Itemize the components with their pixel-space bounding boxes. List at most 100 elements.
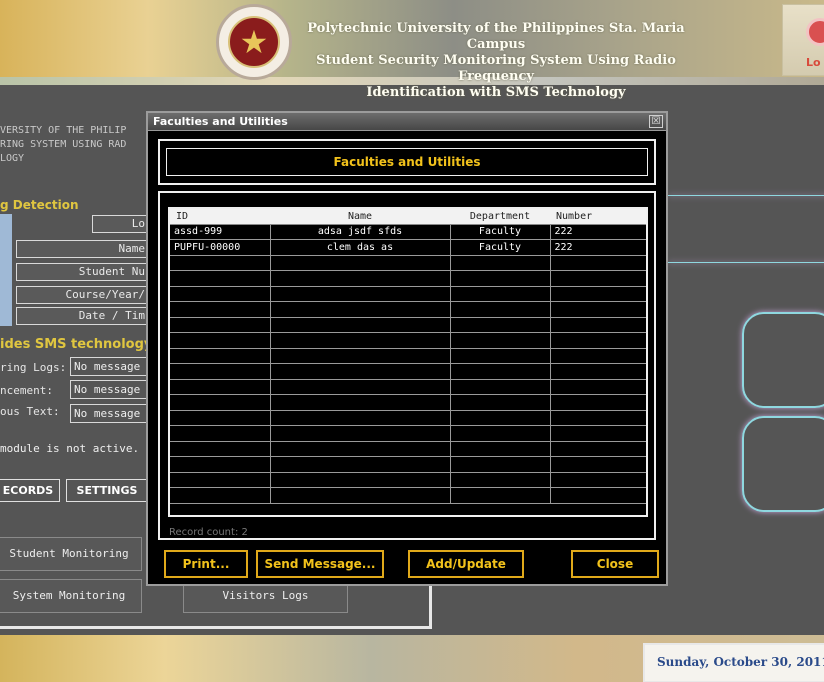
empty-row[interactable] xyxy=(170,456,646,473)
table-cell xyxy=(450,379,551,395)
send-message-button[interactable]: Send Message... xyxy=(256,550,384,578)
table-row[interactable]: PUPFU-00000 clem das as Faculty 222 xyxy=(170,239,646,256)
table-cell xyxy=(550,487,646,504)
system-monitoring-button[interactable]: System Monitoring xyxy=(0,579,142,613)
table-cell xyxy=(450,348,551,364)
student-number-field: Student Nu xyxy=(16,263,150,281)
records-tab[interactable]: ECORDS xyxy=(0,479,60,502)
empty-row[interactable] xyxy=(170,286,646,302)
table-cell xyxy=(270,410,451,426)
banner-title: Polytechnic University of the Philippine… xyxy=(296,21,696,101)
neon-decoration xyxy=(668,195,824,196)
banner-title-line2: Student Security Monitoring System Using… xyxy=(316,53,676,84)
table-body: assd-999 adsa jsdf sfds Faculty 222 PUPFU-00… xyxy=(170,224,646,504)
empty-row[interactable] xyxy=(170,472,646,488)
column-header-number[interactable]: Number xyxy=(550,209,646,225)
dialog-heading: Faculties and Utilities xyxy=(166,148,648,176)
table-cell: Faculty xyxy=(450,239,551,256)
table-cell xyxy=(270,394,451,411)
dialog-heading-frame: Faculties and Utilities xyxy=(158,139,656,185)
table-cell xyxy=(170,317,271,333)
table-cell xyxy=(270,379,451,395)
table-cell xyxy=(170,379,271,395)
table-cell xyxy=(270,456,451,473)
close-button[interactable]: Close xyxy=(571,550,659,578)
table-cell xyxy=(550,394,646,411)
table-cell xyxy=(270,286,451,302)
faculties-utilities-dialog: Faculties and Utilities ☒ Faculties and … xyxy=(146,111,668,586)
table-cell xyxy=(170,270,271,287)
empty-row[interactable] xyxy=(170,425,646,442)
empty-row[interactable] xyxy=(170,348,646,364)
table-cell xyxy=(170,472,271,488)
neon-decoration xyxy=(668,262,824,263)
empty-row[interactable] xyxy=(170,317,646,333)
table-cell xyxy=(450,394,551,411)
table-cell xyxy=(450,317,551,333)
table-cell xyxy=(270,332,451,349)
table-cell xyxy=(170,348,271,364)
table-cell xyxy=(170,487,271,504)
table-cell: adsa jsdf sfds xyxy=(270,224,451,240)
table-cell xyxy=(450,301,551,318)
module-status-text: module is not active. xyxy=(0,442,140,455)
column-header-name[interactable]: Name xyxy=(270,209,450,225)
table-cell xyxy=(550,472,646,488)
column-header-id[interactable]: ID xyxy=(170,209,270,225)
column-header-department[interactable]: Department xyxy=(450,209,550,225)
table-cell xyxy=(450,472,551,488)
name-field: Name xyxy=(16,240,150,258)
empty-row[interactable] xyxy=(170,301,646,318)
table-cell xyxy=(550,332,646,349)
neon-decoration xyxy=(742,416,824,512)
add-update-button[interactable]: Add/Update xyxy=(408,550,524,578)
table-cell xyxy=(450,270,551,287)
date-time-field: Date / Tim xyxy=(16,307,150,325)
empty-row[interactable] xyxy=(170,410,646,426)
table-cell xyxy=(550,410,646,426)
table-cell xyxy=(270,317,451,333)
previous-text-label: ous Text: xyxy=(0,405,60,418)
student-monitoring-button[interactable]: Student Monitoring xyxy=(0,537,142,571)
table-cell xyxy=(270,363,451,380)
sms-section-title: ides SMS technology. xyxy=(0,337,157,352)
table-cell xyxy=(170,441,271,457)
table-cell xyxy=(450,487,551,504)
table-cell xyxy=(550,301,646,318)
table-header-row: ID Name Department Number xyxy=(170,209,646,225)
announcement-field: No message xyxy=(70,380,150,399)
empty-row[interactable] xyxy=(170,255,646,271)
logout-label[interactable]: Lo xyxy=(806,56,821,69)
empty-row[interactable] xyxy=(170,487,646,504)
table-cell xyxy=(550,441,646,457)
table-cell xyxy=(450,332,551,349)
record-count: Record count: 2 xyxy=(169,527,248,538)
table-cell xyxy=(550,270,646,287)
records-grid[interactable]: ID Name Department Number assd-999 adsa j… xyxy=(168,207,648,517)
table-cell xyxy=(170,456,271,473)
settings-tab[interactable]: SETTINGS xyxy=(66,479,148,502)
table-cell xyxy=(450,425,551,442)
dialog-titlebar[interactable]: Faculties and Utilities ☒ xyxy=(148,113,666,131)
empty-row[interactable] xyxy=(170,379,646,395)
empty-row[interactable] xyxy=(170,363,646,380)
table-cell xyxy=(270,301,451,318)
table-cell xyxy=(550,255,646,271)
table-cell xyxy=(550,348,646,364)
close-icon[interactable]: ☒ xyxy=(649,115,663,128)
table-cell xyxy=(170,394,271,411)
empty-row[interactable] xyxy=(170,441,646,457)
empty-row[interactable] xyxy=(170,332,646,349)
table-cell xyxy=(270,441,451,457)
table-cell xyxy=(270,487,451,504)
course-year-field: Course/Year/ xyxy=(16,286,150,304)
table-cell xyxy=(170,410,271,426)
table-cell: PUPFU-00000 xyxy=(170,239,271,256)
empty-row[interactable] xyxy=(170,270,646,287)
table-cell xyxy=(450,255,551,271)
table-cell: assd-999 xyxy=(170,224,271,240)
records-table: ID Name Department Number assd-999 adsa j… xyxy=(170,209,646,504)
table-row[interactable]: assd-999 adsa jsdf sfds Faculty 222 xyxy=(170,224,646,240)
print-button[interactable]: Print... xyxy=(164,550,248,578)
empty-row[interactable] xyxy=(170,394,646,411)
